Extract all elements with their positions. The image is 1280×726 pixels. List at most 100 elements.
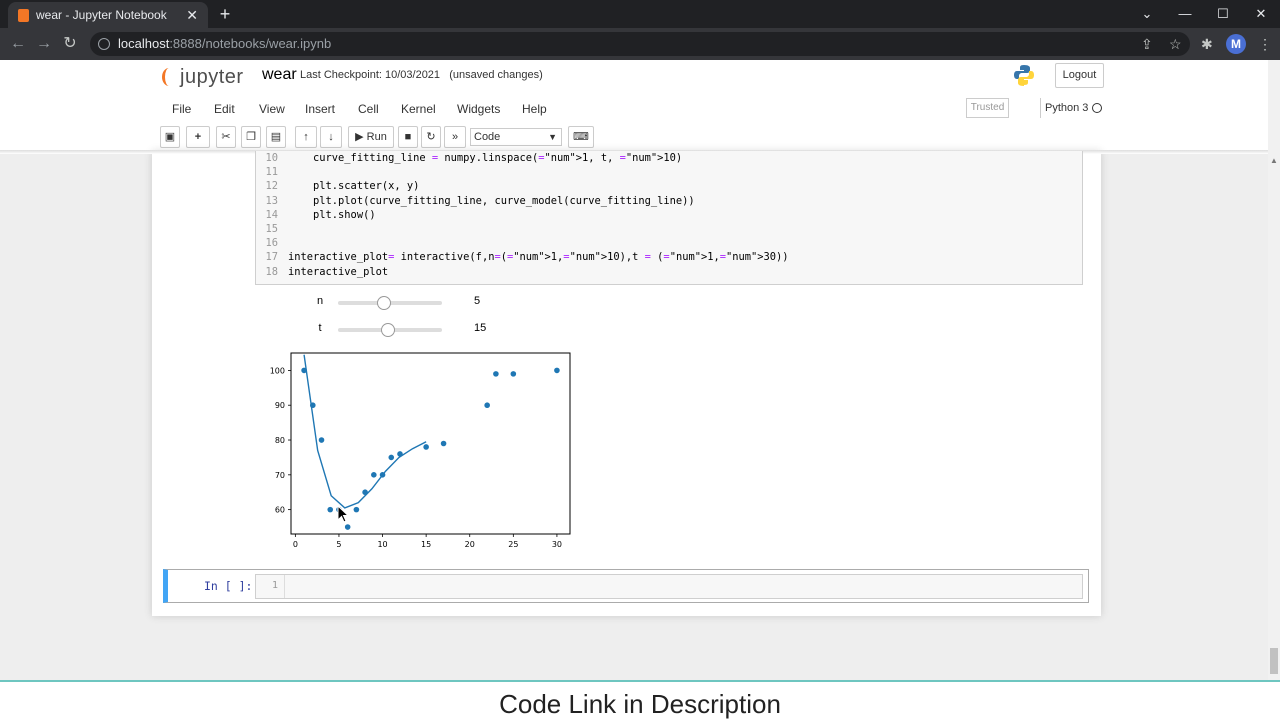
url-input[interactable]: localhost:8888/notebooks/wear.ipynb: [90, 32, 1190, 56]
menu-file[interactable]: File: [172, 102, 191, 116]
kernel-indicator: Python 3: [1040, 98, 1104, 118]
cell-type-select[interactable]: Code ▼: [470, 128, 562, 146]
mouse-cursor-icon: [337, 505, 349, 523]
back-icon[interactable]: ←: [8, 28, 28, 60]
copy-icon[interactable]: ❐: [241, 126, 261, 148]
slider-t-label: t: [318, 322, 322, 334]
code-line: 16: [256, 236, 1082, 250]
restart-run-all-icon[interactable]: »: [444, 126, 466, 148]
menu-widgets[interactable]: Widgets: [457, 102, 500, 116]
url-path: :8888/notebooks/wear.ipynb: [169, 36, 332, 51]
logo-text: jupyter: [180, 66, 244, 88]
paste-icon[interactable]: ▤: [266, 126, 286, 148]
line-number: 13: [265, 194, 278, 207]
scrollbar-thumb[interactable]: [1270, 648, 1278, 674]
slider-t-value: 15: [474, 322, 487, 334]
restart-icon[interactable]: ↻: [421, 126, 441, 148]
line-number: 12: [265, 180, 278, 193]
cell-prompt: In [ ]:: [204, 579, 253, 593]
code-text: plt.scatter(x, y): [288, 180, 420, 193]
line-number: 10: [265, 152, 278, 164]
code-line: 18 interactive_plot: [256, 265, 1082, 279]
y-tick-label: 100: [270, 366, 285, 375]
slider-n-value: 5: [474, 295, 481, 307]
code-line: 17 interactive_plot= interactive(f,n=(="n…: [256, 250, 1082, 264]
line-number: 11: [265, 166, 278, 179]
jupyter-logo[interactable]: jupyter: [162, 66, 244, 89]
x-tick-label: 20: [465, 540, 475, 549]
kernel-name: Python 3: [1045, 102, 1089, 114]
slider-n-handle[interactable]: [376, 296, 391, 310]
command-palette-icon[interactable]: ⌨: [568, 126, 594, 148]
move-up-icon[interactable]: ↑: [295, 126, 317, 148]
browser-menu-icon[interactable]: ⋮: [1258, 36, 1272, 52]
scatter-point: [309, 402, 316, 409]
notebook-name[interactable]: wear: [262, 66, 297, 84]
gutter-divider: [284, 575, 285, 598]
jupyter-favicon-icon: [18, 9, 29, 22]
close-tab-icon[interactable]: ✕: [186, 2, 198, 28]
minimize-button[interactable]: —: [1166, 0, 1204, 28]
scatter-point: [423, 444, 429, 450]
reload-icon[interactable]: ↻: [60, 28, 80, 60]
bookmark-star-icon[interactable]: ☆: [1169, 36, 1182, 52]
extensions-icon[interactable]: ✱: [1201, 36, 1213, 52]
line-number: 1: [271, 580, 278, 591]
code-text: interactive_plot= interactive(f,n=(="num…: [288, 251, 789, 264]
site-info-icon[interactable]: [98, 38, 110, 50]
scroll-up-icon[interactable]: ▲: [1270, 156, 1278, 165]
move-down-icon[interactable]: ↓: [320, 126, 342, 148]
scatter-point: [440, 440, 447, 447]
interrupt-icon[interactable]: ■: [398, 126, 418, 148]
insert-cell-icon[interactable]: +: [186, 126, 210, 148]
page-scrollbar[interactable]: ▲: [1268, 60, 1280, 680]
run-label: Run: [366, 131, 387, 143]
x-tick-label: 10: [377, 540, 387, 549]
scatter-point: [301, 367, 307, 374]
line-number: 18: [265, 265, 278, 278]
cut-icon[interactable]: ✂: [216, 126, 236, 148]
logout-button[interactable]: Logout: [1055, 63, 1104, 88]
profile-avatar[interactable]: M: [1226, 34, 1246, 54]
address-bar-row: ← → ↻ localhost:8888/notebooks/wear.ipyn…: [0, 28, 1280, 60]
x-tick-label: 30: [552, 540, 562, 549]
browser-tab[interactable]: wear - Jupyter Notebook ✕: [8, 2, 208, 28]
line-number: 14: [265, 208, 278, 221]
y-tick-label: 80: [275, 436, 285, 445]
scatter-point: [344, 524, 351, 530]
code-text: plt.plot(curve_fitting_line, curve_model…: [288, 194, 695, 207]
chevron-down-icon: ▼: [548, 132, 557, 142]
code-line: 13 plt.plot(curve_fitting_line, curve_mo…: [256, 194, 1082, 208]
scatter-point: [327, 506, 334, 513]
menu-edit[interactable]: Edit: [214, 102, 235, 116]
new-tab-button[interactable]: +: [216, 2, 234, 26]
menu-help[interactable]: Help: [522, 102, 547, 116]
menu-insert[interactable]: Insert: [305, 102, 335, 116]
menu-kernel[interactable]: Kernel: [401, 102, 436, 116]
maximize-button[interactable]: ☐: [1204, 0, 1242, 28]
slider-n-label: n: [316, 295, 324, 307]
x-tick-label: 25: [508, 540, 518, 549]
x-tick-label: 0: [293, 540, 298, 549]
code-text: interactive_plot: [288, 265, 389, 278]
slider-t-handle[interactable]: [380, 323, 395, 337]
forward-icon[interactable]: →: [34, 28, 54, 60]
scatter-point: [554, 367, 560, 374]
code-text: plt.show(): [288, 208, 376, 221]
run-button[interactable]: ▶ Run: [348, 126, 394, 148]
save-icon[interactable]: ▣: [160, 126, 180, 148]
profile-menu-icon[interactable]: ⌄: [1128, 0, 1166, 28]
y-tick-label: 70: [275, 471, 285, 480]
line-number: 17: [265, 251, 278, 264]
code-cell-input[interactable]: 10 curve_fitting_line = numpy.linspace(=…: [255, 151, 1083, 285]
share-icon[interactable]: ⇪: [1141, 36, 1153, 52]
checkpoint-status: Last Checkpoint: 10/03/2021 (unsaved cha…: [300, 69, 543, 81]
scatter-point: [388, 454, 395, 461]
menu-cell[interactable]: Cell: [358, 102, 379, 116]
x-tick-label: 5: [336, 540, 341, 549]
trusted-badge[interactable]: Trusted: [966, 98, 1009, 118]
close-window-button[interactable]: ✕: [1242, 0, 1280, 28]
python-logo-icon: [1014, 65, 1034, 86]
menu-view[interactable]: View: [259, 102, 285, 116]
cell-input-area[interactable]: 1: [255, 574, 1083, 599]
